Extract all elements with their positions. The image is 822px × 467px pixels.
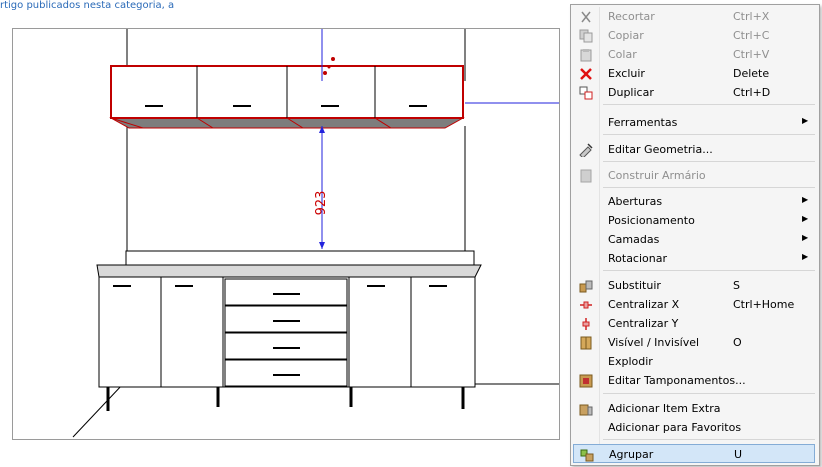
upper-cabinets — [109, 57, 465, 129]
menu-item-ferramentas[interactable]: Ferramentas ▶ — [573, 113, 815, 132]
menu-item-editar-tamponamentos[interactable]: Editar Tamponamentos... — [573, 371, 815, 390]
submenu-arrow-icon: ▶ — [802, 214, 809, 223]
menu-item-rotacionar[interactable]: Rotacionar ▶ — [573, 249, 815, 268]
menu-item-centralizar-x[interactable]: Centralizar X Ctrl+Home — [573, 295, 815, 314]
menu-item-colar[interactable]: Colar Ctrl+V — [573, 45, 815, 64]
menu-item-centralizar-y[interactable]: Centralizar Y — [573, 314, 815, 333]
menu-item-label: Rotacionar — [608, 252, 668, 265]
menu-item-label: Excluir — [608, 67, 645, 80]
menu-item-aberturas[interactable]: Aberturas ▶ — [573, 192, 815, 211]
context-menu: Recortar Ctrl+X Copiar Ctrl+C Colar Ctrl… — [570, 4, 820, 466]
menu-item-label: Adicionar Item Extra — [608, 402, 721, 415]
base-cabinets — [96, 264, 482, 411]
menu-item-label: Explodir — [608, 355, 653, 368]
edit-tamponamento-icon — [579, 374, 593, 388]
menu-item-label: Centralizar X — [608, 298, 680, 311]
menu-item-visivel-invisivel[interactable]: Visível / Invisível O — [573, 333, 815, 352]
menu-separator — [603, 187, 815, 188]
menu-item-label: Duplicar — [608, 86, 654, 99]
menu-item-label: Editar Geometria... — [608, 143, 713, 156]
submenu-arrow-icon: ▶ — [802, 116, 809, 125]
scissors-icon — [579, 10, 593, 24]
menu-item-recortar[interactable]: Recortar Ctrl+X — [573, 7, 815, 26]
menu-separator — [603, 439, 815, 440]
paste-icon — [579, 48, 593, 62]
menu-item-label: Ferramentas — [608, 116, 678, 129]
menu-item-posicionamento[interactable]: Posicionamento ▶ — [573, 211, 815, 230]
menu-item-editar-geometria[interactable]: Editar Geometria... — [573, 140, 815, 159]
menu-item-label: Copiar — [608, 29, 644, 42]
menu-separator — [603, 161, 815, 162]
menu-item-label: Construir Armário — [608, 169, 706, 182]
submenu-arrow-icon: ▶ — [802, 195, 809, 204]
delete-x-icon — [579, 67, 593, 81]
menu-item-construir-armario[interactable]: Construir Armário — [573, 166, 815, 185]
visibility-icon — [579, 336, 593, 350]
menu-separator — [603, 270, 815, 271]
menu-item-excluir[interactable]: Excluir Delete — [573, 64, 815, 83]
replace-icon — [579, 279, 593, 293]
build-cabinet-icon — [579, 169, 593, 183]
menu-item-explodir[interactable]: Explodir — [573, 352, 815, 371]
submenu-arrow-icon: ▶ — [802, 252, 809, 261]
menu-item-label: Camadas — [608, 233, 660, 246]
menu-item-adicionar-item-extra[interactable]: Adicionar Item Extra — [573, 399, 815, 418]
menu-item-shortcut: Ctrl+Home — [733, 298, 795, 311]
menu-item-shortcut: Ctrl+V — [733, 48, 770, 61]
menu-item-shortcut: S — [733, 279, 740, 292]
top-text: rtigo publicados nesta categoria, a — [0, 0, 175, 11]
edit-geometry-icon — [579, 143, 593, 159]
menu-item-shortcut: Ctrl+D — [733, 86, 771, 99]
menu-item-shortcut: O — [733, 336, 742, 349]
menu-item-adicionar-favoritos[interactable]: Adicionar para Favoritos — [573, 418, 815, 437]
menu-item-label: Posicionamento — [608, 214, 695, 227]
menu-separator — [603, 134, 815, 135]
add-extra-item-icon — [579, 402, 593, 416]
copy-icon — [579, 29, 593, 43]
menu-item-shortcut: Ctrl+C — [733, 29, 770, 42]
menu-item-label: Recortar — [608, 10, 655, 23]
menu-item-label: Editar Tamponamentos... — [608, 374, 746, 387]
menu-item-shortcut: U — [734, 448, 743, 461]
cabinet-drawing: 923 — [72, 29, 559, 438]
menu-item-label: Adicionar para Favoritos — [608, 421, 742, 434]
menu-separator — [603, 393, 815, 394]
menu-item-shortcut: Ctrl+X — [733, 10, 770, 23]
menu-item-label: Substituir — [608, 279, 661, 292]
menu-separator — [603, 104, 815, 105]
center-y-icon — [579, 317, 593, 331]
drawing-viewport[interactable]: 923 — [12, 28, 560, 440]
menu-item-label: Colar — [608, 48, 637, 61]
center-x-icon — [579, 298, 593, 312]
menu-item-label: Aberturas — [608, 195, 663, 208]
menu-item-agrupar[interactable]: Agrupar U — [573, 444, 815, 463]
menu-item-substituir[interactable]: Substituir S — [573, 276, 815, 295]
duplicate-icon — [579, 86, 593, 100]
group-icon — [580, 448, 594, 462]
menu-item-label: Visível / Invisível — [608, 336, 700, 349]
submenu-arrow-icon: ▶ — [802, 233, 809, 242]
menu-item-label: Centralizar Y — [608, 317, 679, 330]
menu-item-label: Agrupar — [609, 448, 654, 461]
menu-item-copiar[interactable]: Copiar Ctrl+C — [573, 26, 815, 45]
menu-item-camadas[interactable]: Camadas ▶ — [573, 230, 815, 249]
menu-item-duplicar[interactable]: Duplicar Ctrl+D — [573, 83, 815, 102]
dimension-label: 923 — [314, 191, 329, 216]
menu-item-shortcut: Delete — [733, 67, 770, 80]
